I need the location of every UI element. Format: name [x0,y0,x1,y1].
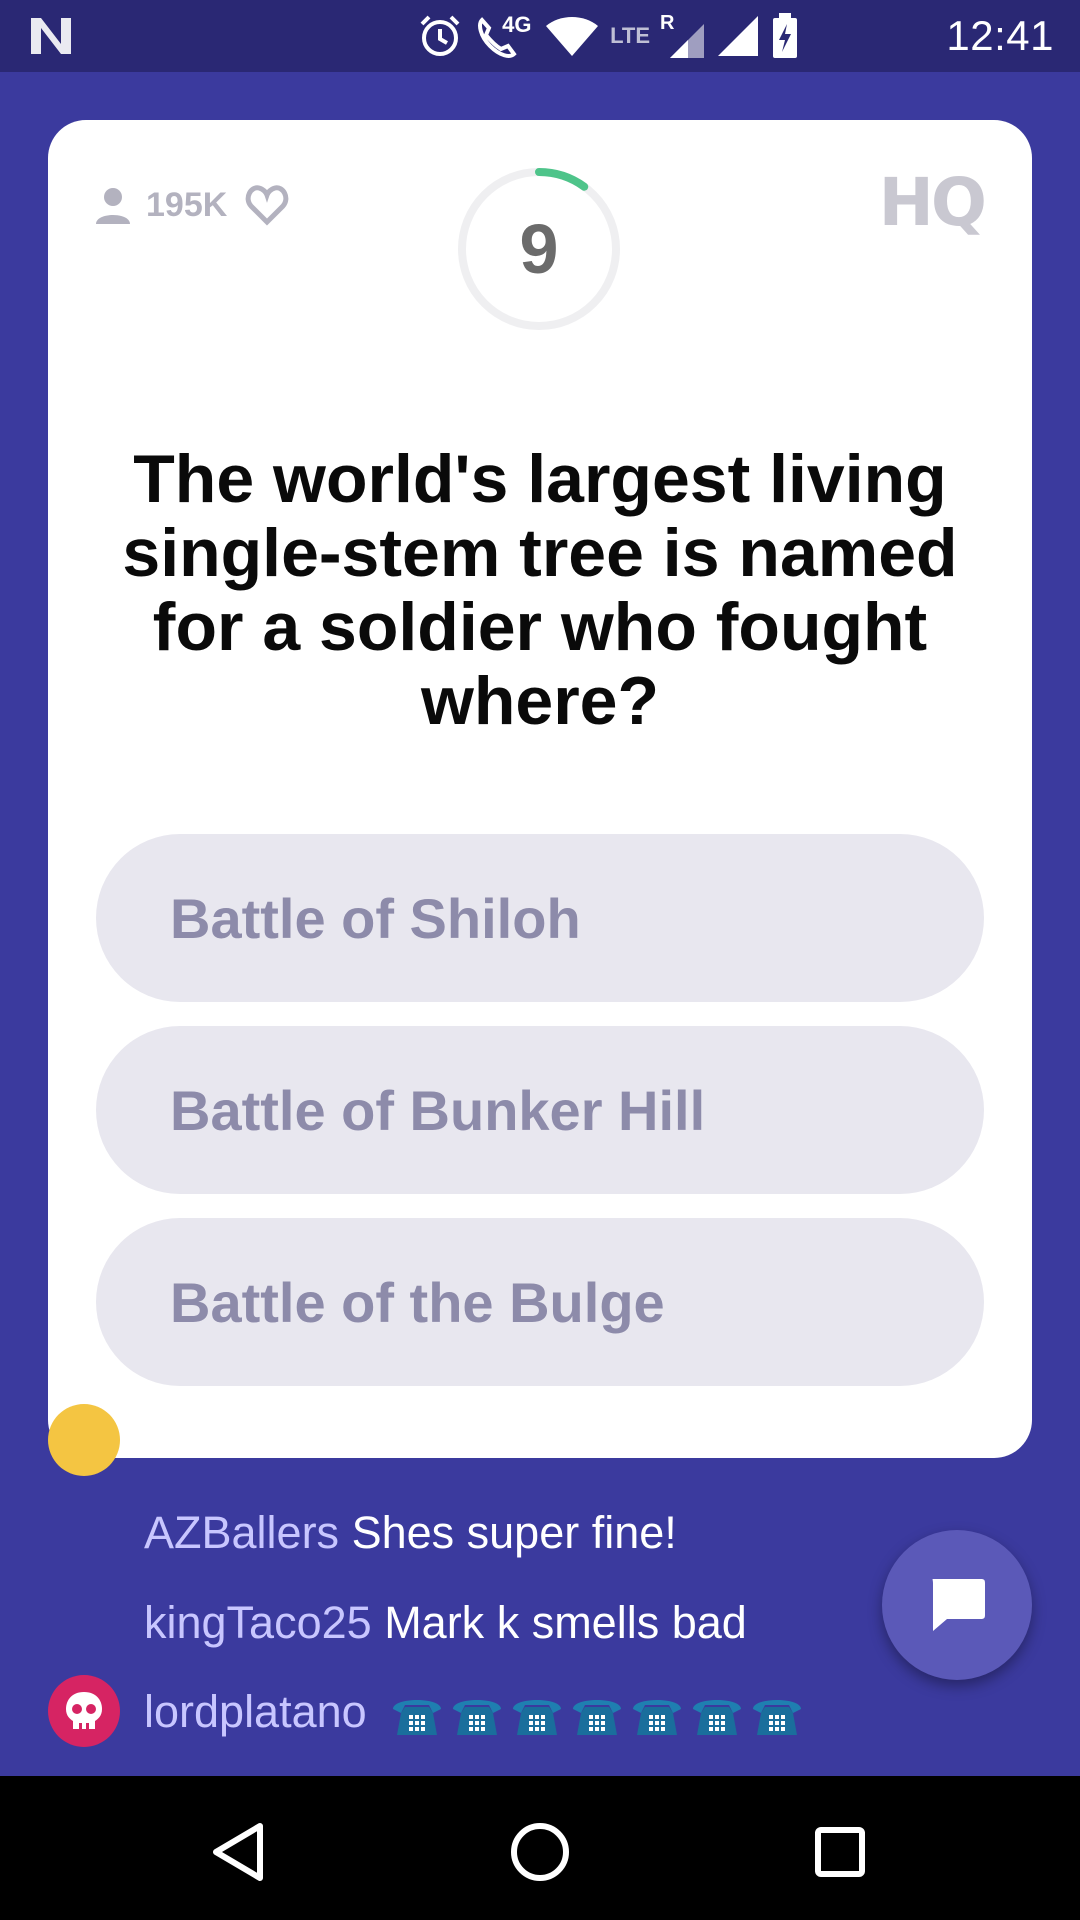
chat-text: Shes super fine! [351,1507,677,1558]
telephone-emoji [693,1700,742,1736]
chat-message: lordplatano [144,1682,805,1742]
avatar [48,1404,120,1476]
chat-username: lordplatano [144,1686,367,1737]
chat-message: kingTaco25 Mark k smells bad [144,1593,747,1653]
question-text: The world's largest living single-stem t… [122,441,958,739]
status-bar: 4G LTE R 12:41 [0,0,1080,72]
chat-message: AZBallers Shes super fine! [144,1503,677,1563]
chat-button[interactable] [882,1530,1032,1680]
telephone-emoji [633,1700,682,1736]
person-icon [96,188,130,224]
telephone-emoji [453,1700,502,1736]
navigation-bar [0,1776,1080,1920]
back-triangle-icon[interactable] [200,1812,280,1892]
recent-apps-square-icon[interactable] [800,1812,880,1892]
home-circle-icon[interactable] [500,1812,580,1892]
telephone-emoji [573,1700,622,1736]
chat-text: Mark k smells bad [384,1597,747,1648]
chat-bubble-icon [932,1579,985,1631]
answer-label: Battle of Shiloh [170,886,581,950]
answer-label: Battle of Bunker Hill [170,1078,706,1142]
status-icons: 4G LTE R [416,8,800,64]
skull-avatar [48,1675,120,1747]
lte-label: LTE [610,23,650,48]
network-label: 4G [502,12,532,37]
telephone-emoji-row [389,1691,805,1739]
question-card: 195K 9 HQ The world's largest living sin… [48,120,1032,1458]
countdown-timer: 9 [456,166,622,332]
chat-username: AZBallers [144,1507,340,1558]
wifi-icon [546,17,599,56]
answer-label: Battle of the Bulge [170,1270,665,1334]
signal-roaming-icon: R [660,12,706,60]
timer-value: 9 [519,210,559,288]
answer-option-3[interactable]: Battle of the Bulge [96,1218,984,1386]
telephone-emoji [513,1700,562,1736]
signal-icon [718,16,758,56]
battery-charging-icon [773,13,797,58]
viewer-count: 195K [146,185,228,224]
n-logo-icon [31,18,71,54]
chat-username: kingTaco25 [144,1597,372,1648]
viewer-count-group: 195K [92,180,289,230]
clock-time: 12:41 [946,12,1054,59]
answer-option-2[interactable]: Battle of Bunker Hill [96,1026,984,1194]
hq-logo: HQ [878,164,987,241]
skull-icon [66,1692,102,1729]
alarm-icon [420,15,460,56]
telephone-emoji [753,1700,802,1736]
heart-icon[interactable] [245,184,289,226]
answer-option-1[interactable]: Battle of Shiloh [96,834,984,1002]
telephone-emoji [393,1700,442,1736]
wifi-call-icon: 4G [474,12,534,60]
